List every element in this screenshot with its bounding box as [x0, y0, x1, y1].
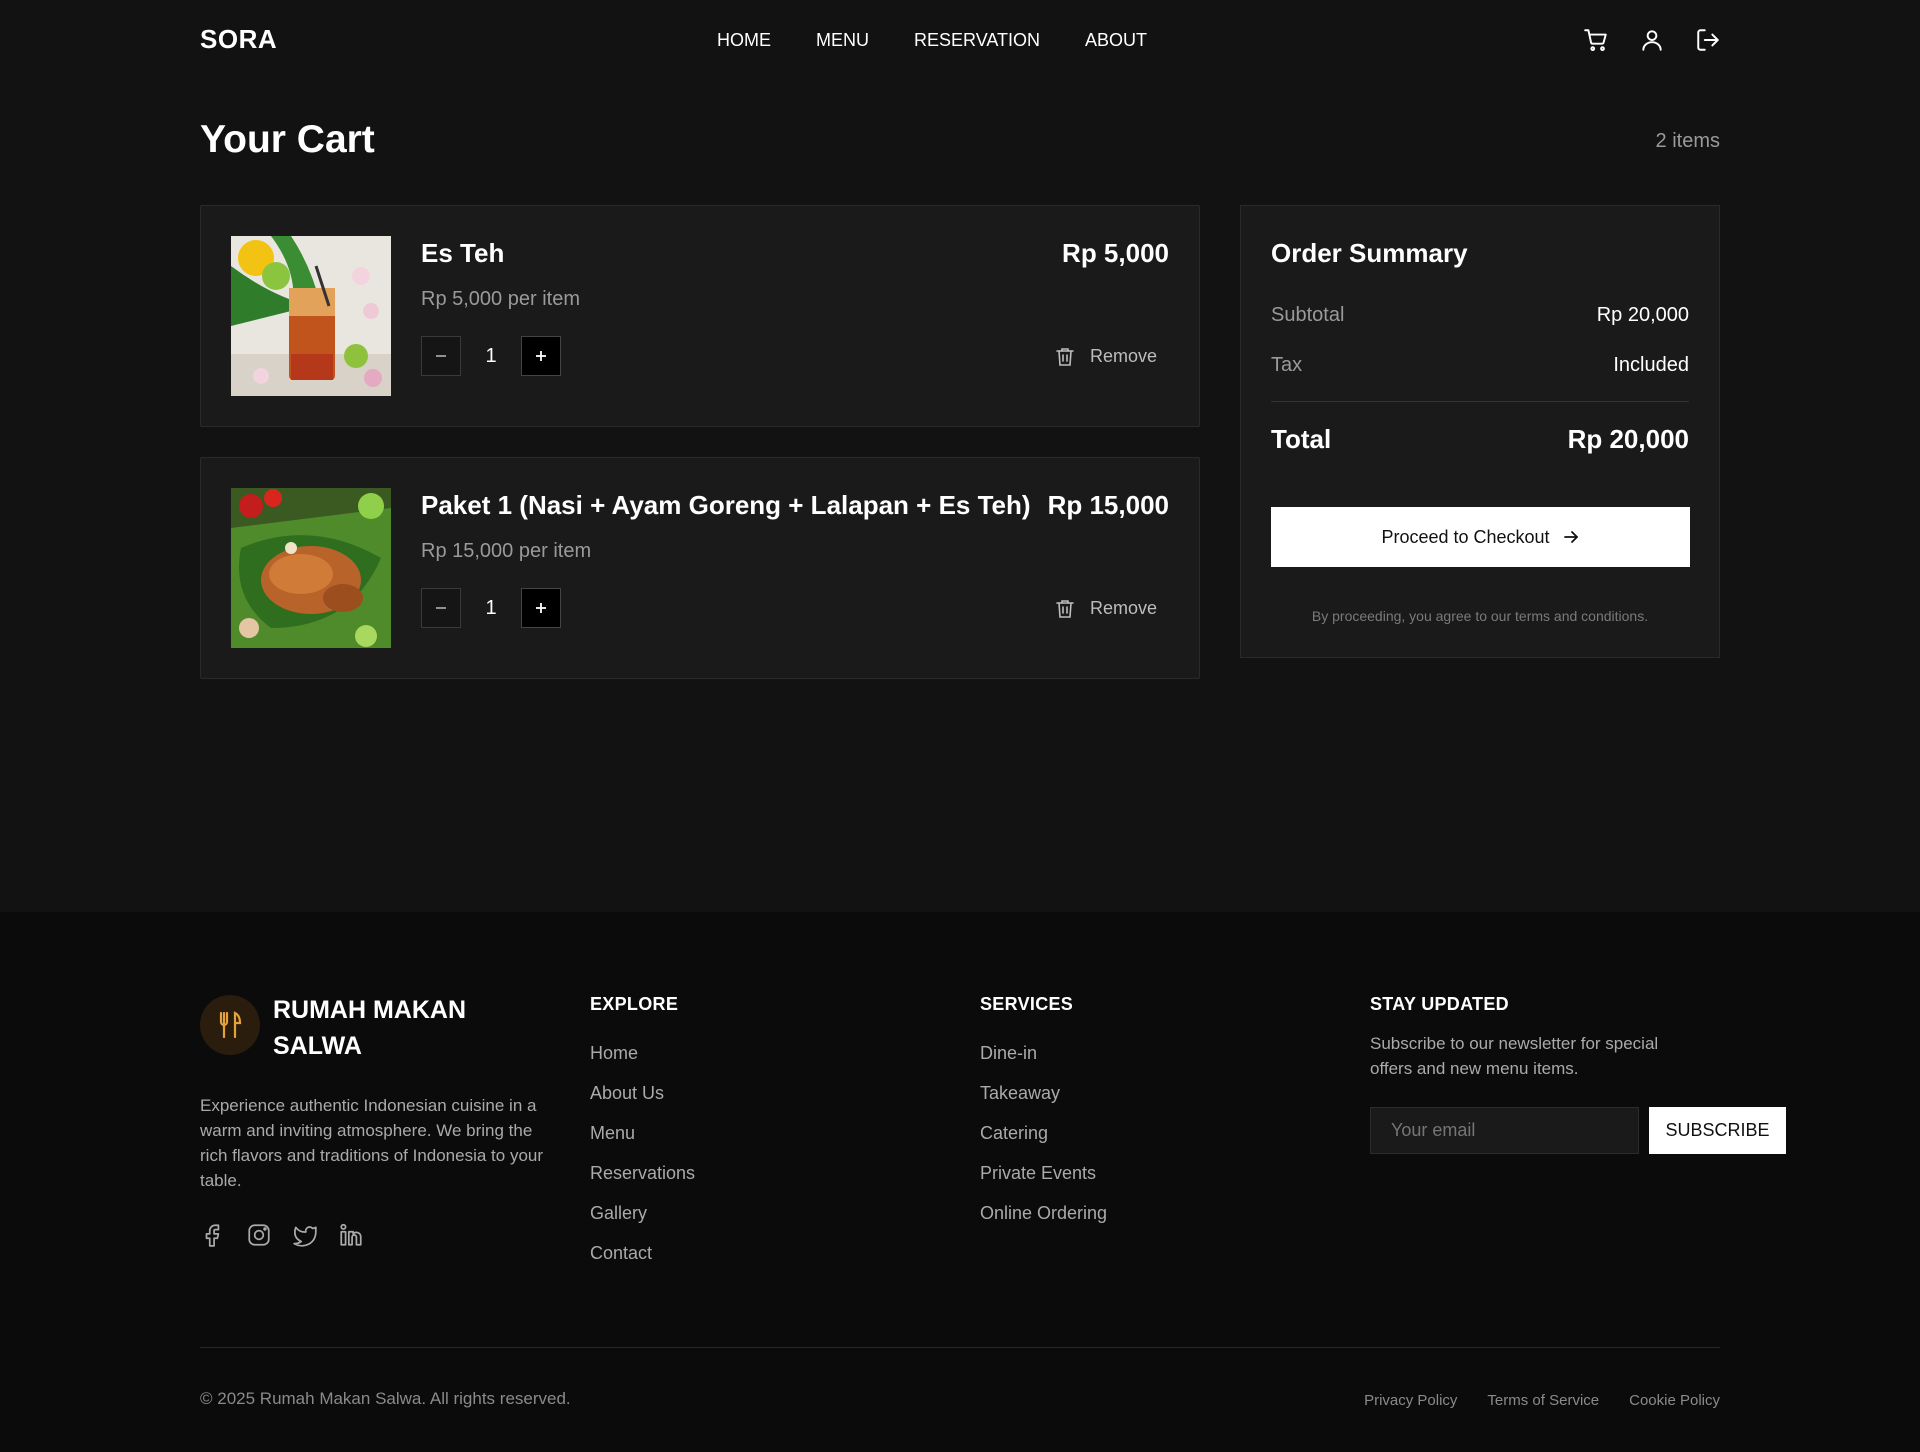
quantity-stepper: 1: [421, 336, 561, 376]
total-label: Total: [1271, 424, 1332, 454]
cart-icon[interactable]: [1583, 27, 1609, 53]
explore-heading: EXPLORE: [590, 994, 679, 1014]
terms-note: By proceeding, you agree to our terms an…: [1311, 608, 1649, 624]
decrease-quantity-button[interactable]: [421, 588, 461, 628]
decrease-quantity-button[interactable]: [421, 336, 461, 376]
summary-title: Order Summary: [1271, 238, 1468, 268]
footer-services: SERVICES Dine-in Takeaway Catering Priva…: [980, 994, 1107, 1233]
newsletter-description: Subscribe to our newsletter for special …: [1370, 1034, 1659, 1078]
footer-link-home[interactable]: Home: [590, 1033, 695, 1073]
user-icon[interactable]: [1639, 27, 1665, 53]
tax-value: Included: [1613, 354, 1689, 376]
nav-home[interactable]: HOME: [717, 30, 771, 51]
footer-explore: EXPLORE Home About Us Menu Reservations …: [590, 994, 695, 1273]
site-header: SORA HOME MENU RESERVATION ABOUT: [0, 0, 1920, 82]
footer-link-contact[interactable]: Contact: [590, 1233, 695, 1273]
footer-link-reservations[interactable]: Reservations: [590, 1153, 695, 1193]
newsletter-heading: STAY UPDATED: [1370, 994, 1509, 1014]
social-links: [200, 1222, 364, 1248]
utensils-icon: [200, 995, 260, 1055]
item-price: Rp 5,000: [1062, 238, 1169, 268]
facebook-icon[interactable]: [200, 1222, 226, 1248]
total-value: Rp 20,000: [1567, 424, 1689, 454]
footer-link-online-ordering[interactable]: Online Ordering: [980, 1193, 1107, 1233]
trash-icon: [1056, 599, 1074, 619]
newsletter-form: SUBSCRIBE: [1370, 1107, 1786, 1154]
arrow-right-icon: [1562, 528, 1580, 546]
footer-brand-description: Experience authentic Indonesian cuisine …: [200, 1096, 544, 1190]
footer-brand-name: RUMAH MAKAN SALWA: [273, 996, 467, 1060]
footer-link-private-events[interactable]: Private Events: [980, 1153, 1107, 1193]
main-nav: HOME MENU RESERVATION ABOUT: [717, 30, 1147, 51]
services-heading: SERVICES: [980, 994, 1074, 1014]
checkout-label: Proceed to Checkout: [1381, 526, 1550, 547]
footer-link-gallery[interactable]: Gallery: [590, 1193, 695, 1233]
footer-newsletter: STAY UPDATED Subscribe to our newsletter…: [1370, 994, 1790, 1154]
tax-row: Tax Included: [1271, 354, 1689, 377]
footer-divider: [200, 1347, 1720, 1348]
privacy-policy-link[interactable]: Privacy Policy: [1364, 1392, 1457, 1409]
nav-about[interactable]: ABOUT: [1085, 30, 1147, 51]
site-logo[interactable]: SORA: [200, 24, 277, 55]
trash-icon: [1056, 347, 1074, 367]
item-unit-price: Rp 15,000 per item: [421, 540, 592, 562]
cart-item: Es Teh Rp 5,000 Rp 5,000 per item 1 Remo…: [200, 205, 1200, 427]
fried-chicken-photo: [231, 488, 391, 648]
remove-label: Remove: [1089, 346, 1157, 366]
terms-of-service-link[interactable]: Terms of Service: [1487, 1392, 1599, 1409]
summary-divider: [1271, 401, 1689, 402]
remove-item-button[interactable]: Remove: [1056, 346, 1157, 367]
subtotal-row: Subtotal Rp 20,000: [1271, 304, 1689, 327]
linkedin-icon[interactable]: [338, 1222, 364, 1248]
nav-menu[interactable]: MENU: [816, 30, 869, 51]
item-name: Paket 1 (Nasi + Ayam Goreng + Lalapan + …: [421, 490, 1031, 520]
footer-link-about[interactable]: About Us: [590, 1073, 695, 1113]
item-unit-price: Rp 5,000 per item: [421, 288, 580, 310]
legal-links: Privacy Policy Terms of Service Cookie P…: [1364, 1392, 1720, 1409]
cookie-policy-link[interactable]: Cookie Policy: [1629, 1392, 1720, 1409]
email-field[interactable]: [1370, 1107, 1639, 1154]
subtotal-label: Subtotal: [1271, 304, 1345, 326]
increase-quantity-button[interactable]: [521, 588, 561, 628]
twitter-icon[interactable]: [292, 1222, 318, 1248]
copyright: © 2025 Rumah Makan Salwa. All rights res…: [200, 1389, 571, 1408]
instagram-icon[interactable]: [246, 1222, 272, 1248]
cart-item: Paket 1 (Nasi + Ayam Goreng + Lalapan + …: [200, 457, 1200, 679]
iced-tea-photo: [231, 236, 391, 396]
footer-link-menu[interactable]: Menu: [590, 1113, 695, 1153]
quantity-stepper: 1: [421, 588, 561, 628]
tax-label: Tax: [1271, 354, 1303, 376]
site-footer: RUMAH MAKAN SALWA Experience authentic I…: [0, 912, 1920, 1452]
remove-item-button[interactable]: Remove: [1056, 598, 1157, 619]
footer-link-takeaway[interactable]: Takeaway: [980, 1073, 1107, 1113]
item-price: Rp 15,000: [1047, 490, 1169, 520]
footer-link-dine-in[interactable]: Dine-in: [980, 1033, 1107, 1073]
header-actions: [1583, 27, 1721, 53]
item-name: Es Teh: [421, 238, 505, 268]
remove-label: Remove: [1089, 598, 1157, 618]
subscribe-button[interactable]: SUBSCRIBE: [1649, 1107, 1786, 1154]
page-title: Your Cart: [200, 118, 375, 161]
subtotal-value: Rp 20,000: [1596, 304, 1689, 326]
footer-link-catering[interactable]: Catering: [980, 1113, 1107, 1153]
quantity-value: 1: [485, 344, 497, 367]
increase-quantity-button[interactable]: [521, 336, 561, 376]
total-row: Total Rp 20,000: [1271, 424, 1689, 455]
quantity-value: 1: [485, 596, 497, 619]
logout-icon[interactable]: [1695, 27, 1721, 53]
checkout-button[interactable]: Proceed to Checkout: [1271, 507, 1690, 567]
nav-reservation[interactable]: RESERVATION: [914, 30, 1040, 51]
cart-item-count: 2 items: [1655, 130, 1720, 152]
order-summary: Order Summary Subtotal Rp 20,000 Tax Inc…: [1240, 205, 1720, 658]
